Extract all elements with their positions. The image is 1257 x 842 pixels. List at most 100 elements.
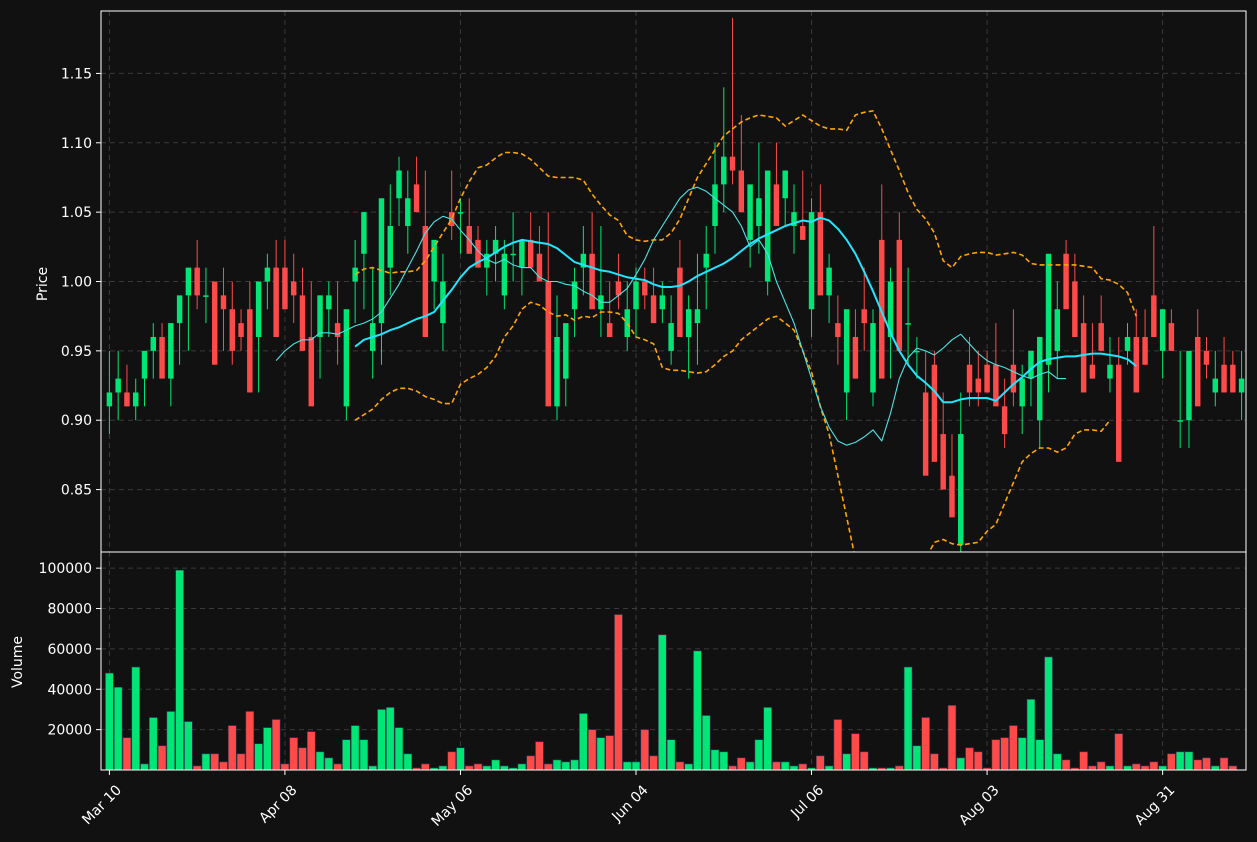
candle-body [782,170,788,199]
price-y-tick-label: 1.10 [61,136,92,152]
volume-bar [438,765,448,771]
volume-bar [666,739,676,771]
volume-bar [1114,733,1123,771]
candle-body [457,212,464,214]
price-plot-area [106,17,1245,552]
volume-bar [561,761,571,771]
candle-body [721,156,727,185]
candle-body [106,392,113,407]
volume-bar [1123,765,1132,771]
volume-bar [184,721,193,771]
volume-bar [570,759,579,771]
volume-bar [798,763,808,771]
candle-body [870,323,876,393]
volume-bar [526,755,535,771]
candle-body [1010,364,1017,393]
x-tick-label: Jun 04 [608,782,651,825]
candle-body [1045,253,1052,365]
volume-y-tick-label: 20000 [47,723,92,739]
volume-bar [1105,765,1115,771]
candle-body [203,295,209,297]
volume-bar [228,725,237,771]
candle-body [282,267,288,310]
volume-bar [236,753,246,771]
volume-bar [851,733,860,771]
volume-bar [1219,757,1229,771]
candle-body [185,267,192,296]
volume-bar [701,715,711,771]
volume-bar [359,739,369,771]
candle-body [914,350,920,353]
candle-body [1063,253,1069,310]
candle-body [1072,281,1078,337]
candle-body [211,281,218,365]
candle-body [1098,323,1104,351]
volume-bar [833,719,843,771]
candle-body [835,323,841,337]
candle-body [1142,336,1148,365]
volume-bar [684,763,693,771]
candle-body [747,184,753,240]
volume-bar [1009,725,1018,771]
volume-bar [754,739,764,771]
volume-bar [1000,737,1009,771]
x-tick-label: May 06 [429,782,477,830]
volume-bar [859,751,869,771]
volume-bar [622,761,632,771]
volume-bar [289,737,298,771]
candle-body [545,281,551,407]
volume-bar [201,753,211,771]
volume-bar [482,765,492,771]
candle-body [299,295,306,351]
candle-body [264,267,271,282]
volume-bar [113,686,123,771]
volume-bar [930,753,939,771]
volume-bar [1053,753,1062,771]
candle-body [756,198,762,227]
candle-body [396,170,402,199]
candle-body [826,267,832,296]
candle-body [387,226,393,268]
volume-bar [772,761,781,771]
volume-bar [298,747,307,771]
candle-body [931,364,938,462]
volume-bar [140,763,149,771]
volume-bar [421,763,430,771]
volume-bar [447,751,456,771]
price-y-tick-label: 0.85 [61,483,92,499]
candle-body [1195,336,1201,407]
volume-bar [824,765,834,771]
x-tick-label: Aug 03 [956,782,1002,828]
x-tick-label: Apr 08 [256,782,300,826]
volume-bar [1088,765,1097,771]
candle-body [843,309,850,393]
volume-bar [1228,765,1238,771]
candle-body [255,281,262,337]
volume-bar [737,757,746,771]
candle-body [1203,350,1210,365]
volume-bar [377,709,386,771]
candle-body [685,309,692,337]
candle-body [1107,364,1113,379]
volume-bar [456,747,465,771]
volume-bar [157,745,167,771]
candle-body [896,239,903,351]
candle-body [563,323,569,379]
volume-bar [693,650,702,771]
candle-body [922,392,929,476]
x-tick-label: Jul 06 [787,782,827,822]
volume-bar [816,755,825,771]
volume-y-tick-label: 60000 [47,642,92,658]
candle-body [343,309,350,407]
volume-bar [271,719,281,771]
volume-bar [122,737,132,771]
volume-bar [333,763,342,771]
volume-bar [543,763,553,771]
x-tick-label: Aug 31 [1132,782,1178,828]
volume-bar [991,739,1001,771]
volume-bar [166,711,176,771]
volume-y-tick-label: 40000 [47,682,92,698]
volume-bar [473,763,483,771]
candle-body [1168,323,1175,351]
candle-body [808,212,815,310]
